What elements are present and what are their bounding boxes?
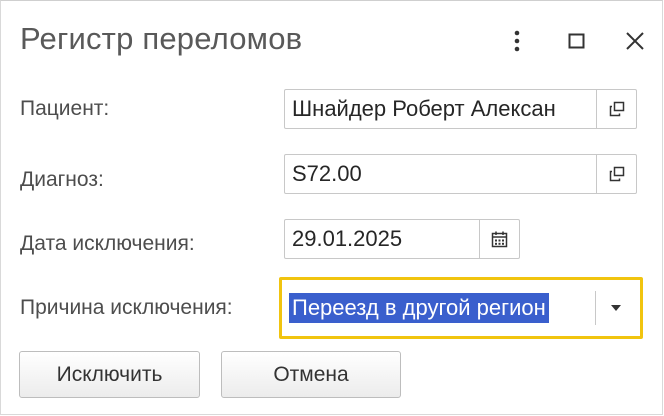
maximize-icon [568,33,585,49]
diagnosis-label: Диагноз: [20,168,104,191]
date-field[interactable]: 29.01.2025 [284,219,520,259]
more-options-button[interactable] [503,27,531,55]
close-icon [626,32,644,50]
open-icon [609,166,624,182]
dialog-window: Регистр переломов Пациент: Шнайдер Робер… [0,0,663,415]
diagnosis-field[interactable]: S72.00 [284,154,637,194]
calendar-icon [491,231,508,247]
patient-field[interactable]: Шнайдер Роберт Алексан [284,89,637,129]
reason-dropdown-button[interactable] [596,284,636,332]
reason-label: Причина исключения: [20,296,233,319]
diagnosis-value[interactable]: S72.00 [285,161,596,187]
close-button[interactable] [621,27,649,55]
date-value[interactable]: 29.01.2025 [285,226,479,252]
calendar-button[interactable] [479,220,519,258]
dropdown-arrow-icon [611,305,621,311]
reason-select[interactable]: Переезд в другой регион [283,284,636,332]
dialog-title: Регистр переломов [20,21,303,56]
patient-open-button[interactable] [596,90,636,128]
diagnosis-open-button[interactable] [596,155,636,193]
reason-value[interactable]: Переезд в другой регион [289,293,549,323]
exclude-button[interactable]: Исключить [19,351,200,398]
patient-label: Пациент: [20,97,110,120]
more-vertical-icon [514,30,520,52]
patient-value[interactable]: Шнайдер Роберт Алексан [285,96,596,122]
maximize-button[interactable] [563,27,591,55]
date-label: Дата исключения: [20,232,195,255]
open-icon [609,101,624,117]
cancel-button[interactable]: Отмена [221,351,401,398]
